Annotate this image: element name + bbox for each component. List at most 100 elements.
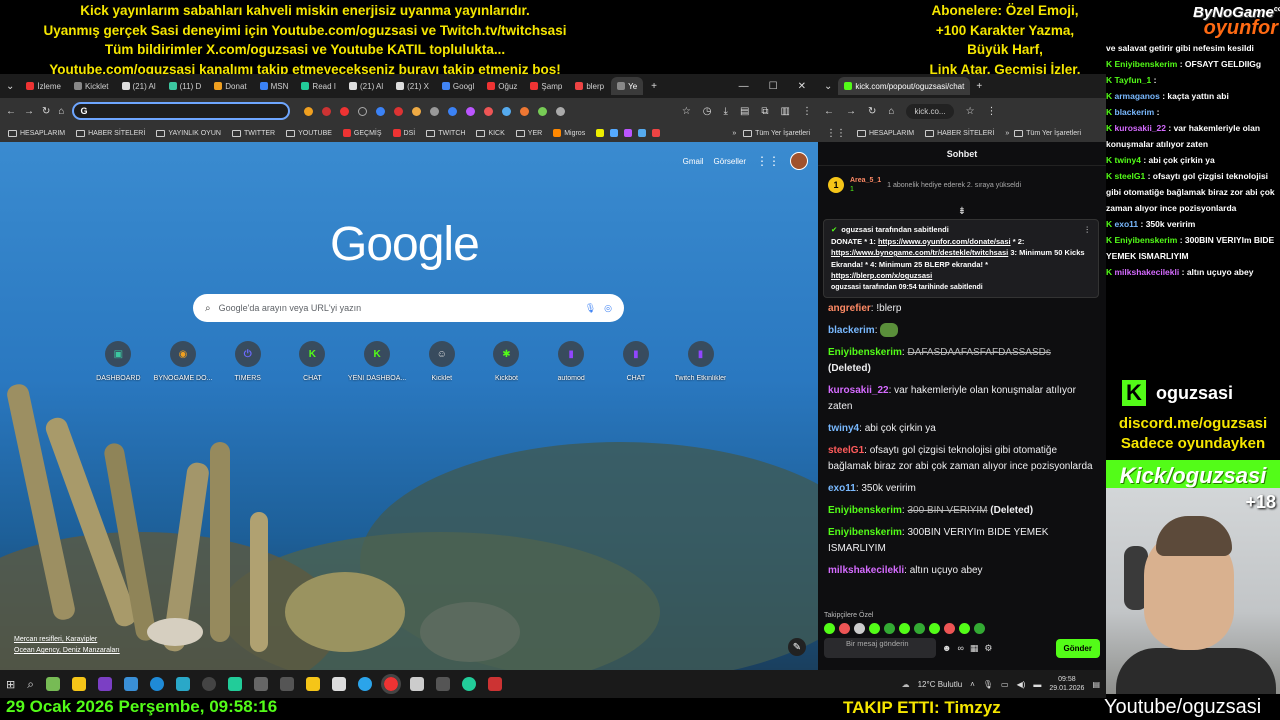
- copy-icon[interactable]: ⧉: [761, 106, 768, 117]
- lens-icon[interactable]: ◎: [604, 303, 612, 314]
- emote-icon[interactable]: [929, 623, 940, 634]
- home-icon[interactable]: ⌂: [58, 106, 64, 117]
- bookmark-migros[interactable]: Migros: [553, 129, 585, 137]
- bookmark-favicon[interactable]: [624, 129, 633, 137]
- bookmark-favicon[interactable]: [610, 129, 619, 137]
- taskbar-app-icon[interactable]: [201, 677, 216, 691]
- edge-icon[interactable]: [149, 677, 164, 691]
- onenote-icon[interactable]: [97, 677, 112, 691]
- chat-username[interactable]: Eniyibenskerim: [828, 347, 902, 358]
- bookmark-gecmis[interactable]: GEÇMİŞ: [342, 129, 382, 137]
- taskbar-app-icon[interactable]: [435, 677, 450, 691]
- minimize-icon[interactable]: —: [739, 81, 749, 92]
- emote-icon[interactable]: [839, 623, 850, 634]
- network-icon[interactable]: ▭: [1001, 680, 1009, 689]
- bookmark-haber[interactable]: HABER SİTELERİ: [925, 129, 994, 137]
- tab[interactable]: Kicklet: [68, 77, 115, 95]
- forward-icon[interactable]: →: [846, 106, 856, 117]
- shortcut-tile[interactable]: K YENİ DASHBOA...: [345, 341, 410, 382]
- tab[interactable]: Googl: [436, 77, 480, 95]
- file-explorer-icon[interactable]: [71, 677, 86, 691]
- emote-icon[interactable]: [869, 623, 880, 634]
- tab-list-icon[interactable]: ⌄: [818, 81, 838, 92]
- notifications-icon[interactable]: ▤: [1092, 680, 1100, 689]
- maximize-icon[interactable]: ☐: [769, 81, 778, 92]
- tab-kick-chat[interactable]: kick.com/popout/oguzsasi/chat: [838, 77, 971, 95]
- extension-icon[interactable]: [304, 106, 314, 116]
- extension-icon[interactable]: [340, 106, 350, 116]
- weather-text[interactable]: 12°C Bulutlu: [918, 680, 963, 689]
- taskbar-app-icon[interactable]: [45, 677, 60, 691]
- extension-icon[interactable]: [358, 106, 368, 116]
- extension-icon[interactable]: [430, 106, 440, 116]
- taskbar-app-icon[interactable]: [123, 677, 138, 691]
- chat-username[interactable]: steelG1: [828, 445, 864, 456]
- bookmark-twitch[interactable]: TWITCH: [426, 129, 465, 137]
- chat-username[interactable]: Eniyibenskerim: [828, 505, 902, 516]
- tab[interactable]: blerp: [569, 77, 610, 95]
- chat-message-input[interactable]: Bir mesaj gönderin: [824, 638, 936, 658]
- bookmark-star-icon[interactable]: ☆: [682, 106, 691, 117]
- emoji-icon[interactable]: ☻: [942, 643, 951, 653]
- bookmark-favicon[interactable]: [638, 129, 647, 137]
- new-tab-icon[interactable]: +: [643, 81, 665, 92]
- apps-icon[interactable]: ⋮⋮: [826, 128, 846, 139]
- shortcut-tile[interactable]: ▣ DASHBOARD: [86, 341, 151, 382]
- extension-icon[interactable]: [484, 106, 494, 116]
- bookmark-hesaplarim[interactable]: HESAPLARIM: [857, 129, 914, 137]
- gift-user[interactable]: Area_5_1: [850, 176, 881, 185]
- reload-icon[interactable]: ↻: [868, 106, 876, 117]
- new-tab-icon[interactable]: +: [970, 81, 988, 92]
- back-icon[interactable]: ←: [6, 106, 16, 117]
- emote-icon[interactable]: [854, 623, 865, 634]
- taskbar-app-icon[interactable]: [279, 677, 294, 691]
- bookmark-star-icon[interactable]: ☆: [966, 106, 975, 117]
- extension-icon[interactable]: [538, 106, 548, 116]
- download-icon[interactable]: ⤓: [724, 106, 728, 117]
- chat-username[interactable]: Eniyibenskerim: [828, 527, 902, 538]
- extension-icon[interactable]: [502, 106, 512, 116]
- extension-icon[interactable]: [376, 106, 386, 116]
- taskbar-app-icon[interactable]: [305, 677, 320, 691]
- emote-icon[interactable]: [824, 623, 835, 634]
- back-icon[interactable]: ←: [824, 106, 834, 117]
- settings-gear-icon[interactable]: ⚙: [984, 643, 992, 654]
- extension-icon[interactable]: [322, 106, 332, 116]
- tab[interactable]: Oğuz: [481, 77, 523, 95]
- shortcut-tile[interactable]: ▮ Twitch Etkinlikler: [668, 341, 733, 382]
- shortcut-tile[interactable]: ⏻ TIMERS: [215, 341, 280, 382]
- chat-username[interactable]: twiny4: [828, 423, 859, 434]
- bookmark-yayinlik[interactable]: YAYINLIK OYUN: [156, 129, 221, 137]
- apps-grid-icon[interactable]: ⋮⋮: [756, 154, 780, 168]
- send-button[interactable]: Gönder: [1055, 638, 1100, 658]
- credit-source[interactable]: Ocean Agency, Deniz Manzaraları: [14, 647, 120, 654]
- tab[interactable]: Ye: [611, 77, 644, 95]
- reload-icon[interactable]: ↻: [42, 106, 50, 117]
- all-bookmarks[interactable]: » Tüm Yer İşaretleri: [1005, 129, 1081, 137]
- images-link[interactable]: Görseller: [714, 157, 746, 166]
- chat-username[interactable]: exo11: [828, 483, 856, 494]
- tab[interactable]: (11) D: [163, 77, 208, 95]
- taskbar-app-icon[interactable]: [227, 677, 242, 691]
- shortcut-tile[interactable]: K CHAT: [280, 341, 345, 382]
- donate-link[interactable]: https://www.oyunfor.com/donate/sasi: [878, 237, 1011, 246]
- shortcut-tile[interactable]: ▮ automod: [539, 341, 604, 382]
- battery-icon[interactable]: ▬: [1033, 680, 1041, 689]
- menu-icon[interactable]: ⋮: [987, 106, 997, 117]
- taskbar-app-icon[interactable]: [487, 677, 502, 691]
- bookmark-kick[interactable]: KICK: [476, 129, 505, 137]
- gmail-link[interactable]: Gmail: [683, 157, 704, 166]
- emote-icon[interactable]: [959, 623, 970, 634]
- menu-icon[interactable]: ⋮: [1084, 224, 1092, 236]
- shortcut-tile[interactable]: ◉ BYNOGAME DO...: [151, 341, 216, 382]
- chat-username[interactable]: blackerim: [828, 325, 875, 336]
- close-icon[interactable]: ✕: [798, 81, 806, 92]
- emote-icon[interactable]: [914, 623, 925, 634]
- home-icon[interactable]: ⌂: [888, 106, 894, 117]
- tab-list-icon[interactable]: ⌄: [0, 81, 20, 92]
- bookmark-youtube[interactable]: YOUTUBE: [286, 129, 332, 137]
- tab[interactable]: (21) X: [390, 77, 435, 95]
- tab[interactable]: (21) Al: [116, 77, 162, 95]
- camera-icon[interactable]: [253, 677, 268, 691]
- clock[interactable]: 09:58 29.01.2026: [1049, 675, 1084, 693]
